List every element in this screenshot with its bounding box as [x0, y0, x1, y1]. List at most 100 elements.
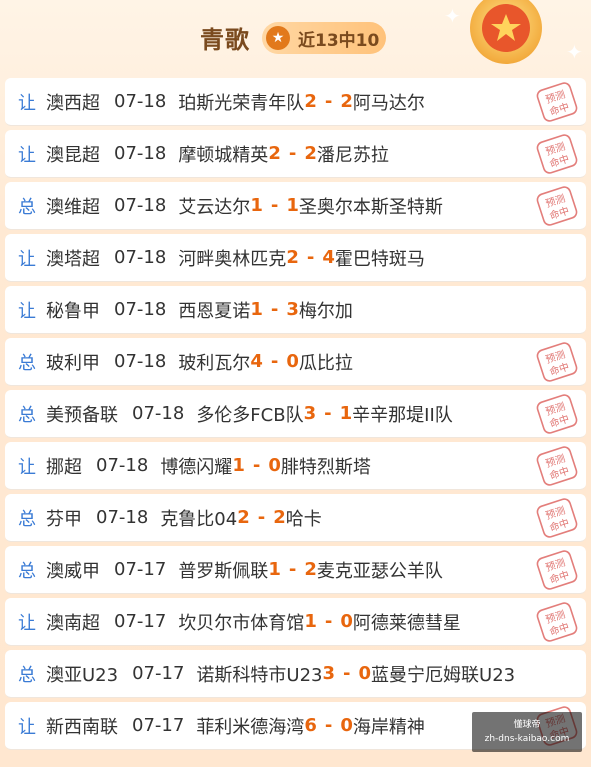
home-team: 坎贝尔市体育馆	[178, 612, 305, 634]
home-score: 6	[304, 715, 317, 736]
match-row[interactable]: 总芬甲 07-18 克鲁比04 2-2 哈卡 预测 命中	[5, 494, 586, 542]
match-score: 6-0	[304, 715, 353, 736]
away-score: 3	[286, 299, 299, 320]
prediction-hit-stamp: 预测命中	[536, 394, 578, 434]
bet-type-tag: 让	[18, 456, 36, 478]
match-date: 07-18	[114, 299, 167, 320]
bet-type-tag: 让	[18, 92, 36, 114]
prediction-hit-stamp: 预测命中	[536, 134, 578, 174]
match-date: 07-17	[114, 559, 167, 580]
home-score: 1	[250, 299, 263, 320]
bet-type-tag: 让	[18, 716, 36, 738]
away-score: 2	[304, 559, 317, 580]
bet-type-tag: 让	[18, 612, 36, 634]
league-name: 澳昆超	[46, 144, 100, 166]
home-team: 博德闪耀	[160, 456, 233, 478]
record-badge: ★ 近13中10	[262, 22, 386, 54]
prediction-hit-stamp: 预测命中	[536, 342, 578, 382]
home-score: 1	[250, 195, 263, 216]
match-row[interactable]: 让澳塔超 07-18 河畔奥林匹克 2-4 霍巴特斑马	[5, 234, 586, 282]
home-team: 摩顿城精英	[178, 144, 269, 166]
home-score: 4	[250, 351, 263, 372]
league-name: 美预备联	[46, 404, 118, 426]
score-separator: -	[288, 143, 297, 164]
away-score: 1	[286, 195, 299, 216]
record-text: 近13中10	[298, 30, 380, 51]
league-name: 澳塔超	[46, 248, 100, 270]
away-score: 0	[340, 715, 353, 736]
match-row[interactable]: 总玻利甲 07-18 玻利瓦尔 4-0 瓜比拉 预测 命中	[5, 338, 586, 386]
match-date: 07-17	[132, 715, 185, 736]
match-row[interactable]: 让挪超 07-18 博德闪耀 1-0 腓特烈斯塔 预测 命中	[5, 442, 586, 490]
match-list: 让澳西超 07-18 珀斯光荣青年队 2-2 阿马达尔 预测 命中让澳昆超 07-18 摩顿城精…	[5, 78, 591, 767]
away-team: 潘尼苏拉	[316, 144, 389, 166]
match-score: 1-1	[250, 195, 299, 216]
home-team: 克鲁比04	[160, 508, 238, 530]
home-score: 2	[268, 143, 281, 164]
match-row[interactable]: 让澳南超 07-17 坎贝尔市体育馆 1-0 阿德莱德彗星 预测 命中	[5, 598, 586, 646]
prediction-hit-stamp: 预测命中	[536, 186, 578, 226]
away-score: 2	[340, 91, 353, 112]
league-name: 玻利甲	[46, 352, 100, 374]
home-score: 3	[303, 403, 317, 424]
bet-type-tag: 总	[18, 352, 36, 374]
score-separator: -	[324, 715, 333, 736]
match-date: 07-17	[114, 611, 167, 632]
match-date: 07-18	[132, 403, 185, 424]
score-separator: -	[257, 507, 266, 528]
match-row[interactable]: 总澳维超 07-18 艾云达尔 1-1 圣奥尔本斯圣特斯 预测 命中	[5, 182, 586, 230]
home-score: 3	[322, 663, 336, 684]
score-separator: -	[324, 403, 332, 424]
league-name: 澳南超	[46, 612, 100, 634]
away-team: 腓特烈斯塔	[280, 456, 371, 478]
match-row[interactable]: 让澳昆超 07-18 摩顿城精英 2-2 潘尼苏拉 预测 命中	[5, 130, 586, 178]
match-date: 07-18	[96, 455, 149, 476]
match-date: 07-18	[114, 91, 167, 112]
match-score: 1-0	[304, 611, 353, 632]
home-team: 玻利瓦尔	[178, 352, 251, 374]
match-row[interactable]: 让秘鲁甲 07-18 西恩夏诺 1-3 梅尔加	[5, 286, 586, 334]
away-team: 霍巴特斑马	[334, 248, 425, 270]
bet-type-tag: 让	[18, 248, 36, 270]
prediction-hit-stamp: 预测命中	[536, 550, 578, 590]
match-date: 07-18	[114, 143, 167, 164]
prediction-hit-stamp: 预测命中	[536, 498, 578, 538]
score-separator: -	[343, 663, 351, 684]
home-team: 多伦多FCB队	[196, 404, 304, 426]
league-name: 挪超	[46, 456, 82, 478]
medal-icon	[470, 0, 542, 64]
match-score: 2-2	[268, 143, 317, 164]
score-separator: -	[306, 247, 315, 268]
page-title: 青歌	[200, 26, 250, 54]
bet-type-tag: 总	[18, 560, 36, 582]
away-score: 0	[340, 611, 353, 632]
match-score: 1-2	[268, 559, 317, 580]
match-row[interactable]: 总澳威甲 07-17 普罗斯佩联 1-2 麦克亚瑟公羊队 预测 命中	[5, 546, 586, 594]
league-name: 澳维超	[46, 196, 100, 218]
away-team: 阿德莱德彗星	[352, 612, 461, 634]
home-score: 1	[232, 455, 245, 476]
prediction-hit-stamp: 预测命中	[536, 602, 578, 642]
home-team: 普罗斯佩联	[178, 560, 269, 582]
bet-type-tag: 让	[18, 300, 36, 322]
bet-type-tag: 总	[18, 664, 36, 686]
home-score: 1	[304, 611, 317, 632]
match-row[interactable]: 让澳西超 07-18 珀斯光荣青年队 2-2 阿马达尔 预测 命中	[5, 78, 586, 126]
match-score: 3-0	[323, 663, 372, 684]
match-date: 07-18	[96, 507, 149, 528]
match-row[interactable]: 总澳亚U23 07-17 诺斯科特市U23 3-0 蓝曼宁厄姆联U23	[5, 650, 586, 698]
score-separator: -	[324, 91, 333, 112]
bet-type-tag: 总	[18, 196, 36, 218]
match-row[interactable]: 总美预备联 07-18 多伦多FCB队 3-1 辛辛那堤II队 预测 命中	[5, 390, 586, 438]
league-name: 芬甲	[46, 508, 82, 530]
bet-type-tag: 让	[18, 144, 36, 166]
away-team: 蓝曼宁厄姆联U23	[371, 664, 516, 686]
away-team: 圣奥尔本斯圣特斯	[298, 196, 443, 218]
away-team: 梅尔加	[298, 300, 353, 322]
league-name: 澳亚U23	[46, 664, 119, 686]
match-score: 1-0	[232, 455, 281, 476]
away-team: 阿马达尔	[352, 92, 425, 114]
away-team: 辛辛那堤II队	[352, 404, 453, 426]
away-team: 海岸精神	[352, 716, 425, 738]
match-date: 07-17	[132, 663, 185, 684]
